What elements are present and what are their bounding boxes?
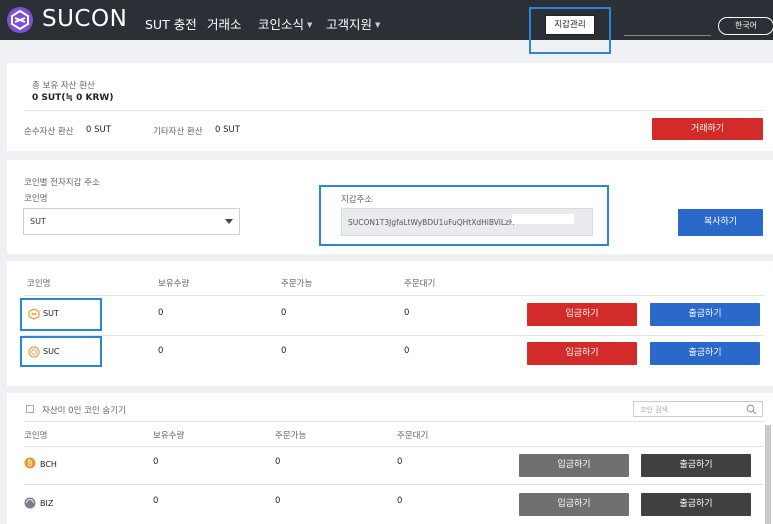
search-icon[interactable] — [746, 404, 757, 415]
hide-zero-label: 자산이 0인 코인 숨기기 — [42, 406, 126, 416]
other-asset-value: 0 SUT — [215, 125, 240, 135]
table-row-pending: 0 — [397, 496, 403, 506]
summary-divider — [24, 110, 764, 111]
withdraw-button[interactable]: 출금하기 — [650, 303, 760, 326]
chevron-down-icon — [225, 219, 233, 224]
table-row-holdings: 0 — [158, 308, 164, 318]
total-asset-value: 0 SUT(≒ 0 KRW) — [32, 93, 114, 103]
hide-zero-checkbox[interactable] — [26, 405, 34, 413]
table-row-pending: 0 — [404, 308, 410, 318]
sut-coin-icon — [28, 308, 40, 320]
sucon-logo-icon[interactable] — [6, 6, 34, 34]
nav-label: 고객지원 — [326, 17, 373, 32]
user-name-underline — [624, 35, 711, 36]
table-row-coin-name: SUT — [43, 309, 59, 318]
top-nav-bar: SUCON SUT 충전 거래소 코인소식 ▼ 고객지원 ▼ 지갑관리 한국어 — [0, 0, 773, 40]
coin-select-value: SUT — [30, 217, 46, 226]
svg-text:₿: ₿ — [27, 460, 32, 468]
table-row-divider — [24, 484, 764, 485]
table-row-available: 0 — [275, 457, 281, 467]
wallet-section-title: 코인별 전자지갑 주소 — [24, 178, 100, 188]
table-row-available: 0 — [281, 308, 287, 318]
copy-address-button[interactable]: 복사하기 — [678, 209, 763, 236]
deposit-button[interactable]: 입금하기 — [527, 342, 637, 365]
address-value: SUCON1T3JgfaLtWyBDU1uFuQHtXdHiBViLzH — [348, 218, 515, 227]
table-row-holdings: 0 — [153, 496, 159, 506]
nav-sut-charge[interactable]: SUT 충전 — [145, 14, 197, 33]
col-available: 주문가능 — [281, 279, 313, 289]
language-button[interactable]: 한국어 — [718, 17, 773, 35]
table-row-pending: 0 — [397, 457, 403, 467]
suc-coin-icon — [28, 346, 40, 358]
chevron-down-icon: ▼ — [307, 21, 313, 29]
col-pending: 주문대기 — [404, 279, 436, 289]
address-label: 지갑주소 — [341, 195, 373, 205]
other-asset-label: 기타자산 환산 — [153, 127, 203, 137]
table-header-divider — [24, 295, 764, 296]
deposit-button[interactable]: 입금하기 — [519, 454, 629, 477]
nav-exchange[interactable]: 거래소 — [207, 14, 242, 33]
coin-select-label: 코인명 — [24, 194, 48, 204]
col-holdings: 보유수량 — [153, 431, 185, 441]
nav-label: 거래소 — [207, 17, 242, 32]
total-asset-title: 총 보유 자산 환산 — [32, 81, 95, 91]
address-field[interactable]: SUCON1T3JgfaLtWyBDU1uFuQHtXdHiBViLzH — [341, 208, 593, 236]
scrollbar[interactable] — [765, 425, 771, 524]
logo-text[interactable]: SUCON — [42, 6, 127, 32]
coin-search-input[interactable]: 코인 검색 — [633, 401, 763, 417]
table-header-divider — [24, 446, 764, 447]
wallet-highlight-box — [529, 7, 611, 54]
section-divider — [24, 421, 764, 422]
col-coin-name: 코인명 — [27, 279, 51, 289]
col-available: 주문가능 — [275, 431, 307, 441]
table-row-coin-name: BIZ — [40, 499, 54, 508]
bch-coin-icon: ₿ — [24, 457, 36, 469]
withdraw-button[interactable]: 출금하기 — [641, 493, 751, 516]
table-row-coin-name: SUC — [43, 347, 60, 356]
nav-label: 코인소식 — [258, 17, 305, 32]
pure-asset-label: 순수자산 환산 — [24, 127, 74, 137]
biz-coin-icon — [24, 497, 36, 509]
withdraw-button[interactable]: 출금하기 — [641, 454, 751, 477]
table-row-holdings: 0 — [158, 346, 164, 356]
table-row-holdings: 0 — [153, 457, 159, 467]
col-pending: 주문대기 — [397, 431, 429, 441]
table-row-available: 0 — [281, 346, 287, 356]
trade-button[interactable]: 거래하기 — [652, 118, 763, 140]
table-row-available: 0 — [275, 496, 281, 506]
pure-asset-value: 0 SUT — [86, 125, 111, 135]
chevron-down-icon: ▼ — [375, 21, 381, 29]
col-holdings: 보유수량 — [158, 279, 190, 289]
nav-customer-support[interactable]: 고객지원 ▼ — [326, 14, 380, 33]
nav-label: SUT 충전 — [145, 17, 197, 32]
search-placeholder: 코인 검색 — [640, 406, 668, 414]
nav-coin-news[interactable]: 코인소식 ▼ — [258, 14, 312, 33]
table-row-coin-name: BCH — [40, 460, 57, 469]
deposit-button[interactable]: 입금하기 — [527, 303, 637, 326]
col-coin-name: 코인명 — [24, 431, 48, 441]
deposit-button[interactable]: 입금하기 — [519, 493, 629, 516]
withdraw-button[interactable]: 출금하기 — [650, 342, 760, 365]
table-row-pending: 0 — [404, 346, 410, 356]
address-redaction — [512, 214, 574, 224]
table-row-divider — [24, 335, 764, 336]
coin-select[interactable]: SUT — [23, 208, 240, 235]
